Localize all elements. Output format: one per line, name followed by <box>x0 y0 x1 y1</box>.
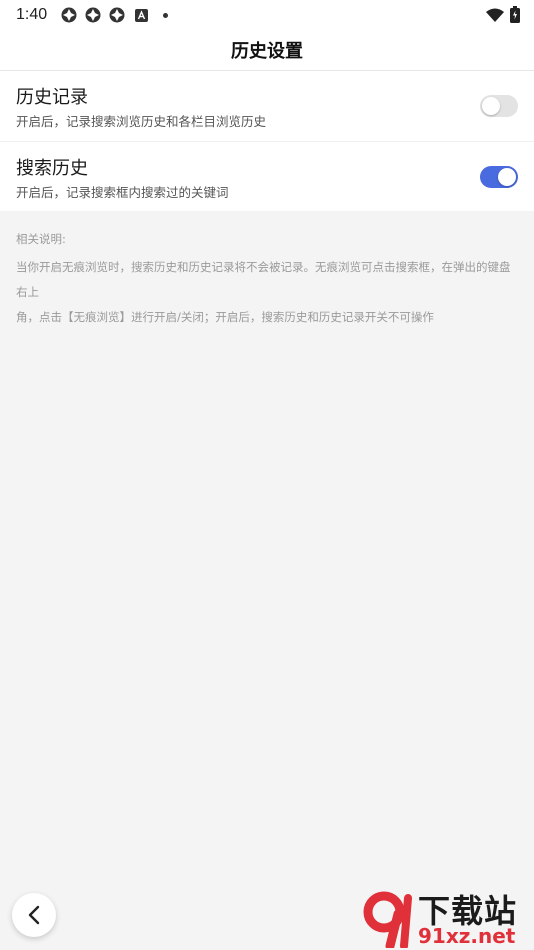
watermark: 下载站 91xz.net <box>360 886 530 948</box>
toggle-knob <box>498 168 516 186</box>
status-time: 1:40 <box>16 6 48 23</box>
note-title: 相关说明: <box>16 232 66 246</box>
note-body: 当你开启无痕浏览时，搜索历史和历史记录将不会被记录。无痕浏览可点击搜索框，在弹出… <box>16 255 518 330</box>
back-button[interactable] <box>12 893 56 937</box>
status-bar: 1:40 <box>0 0 534 30</box>
watermark-logo-icon <box>363 891 412 948</box>
a-box-icon <box>133 7 149 23</box>
setting-row-history: 历史记录 开启后，记录搜索浏览历史和各栏目浏览历史 <box>0 71 534 141</box>
app-notification-icon <box>61 7 77 23</box>
note-line: 角，点击【无痕浏览】进行开启/关闭；开启后，搜索历史和历史记录开关不可操作 <box>16 310 434 324</box>
setting-title: 历史记录 <box>16 87 88 108</box>
title-bar: 历史设置 <box>0 30 534 71</box>
battery-icon <box>510 6 520 27</box>
chevron-left-icon <box>28 905 40 925</box>
search-history-toggle[interactable] <box>480 166 518 188</box>
note-section: 相关说明: 当你开启无痕浏览时，搜索历史和历史记录将不会被记录。无痕浏览可点击搜… <box>0 211 534 330</box>
setting-description: 开启后，记录搜索浏览历史和各栏目浏览历史 <box>16 114 267 129</box>
more-dot-icon <box>163 12 169 18</box>
status-right <box>486 6 520 27</box>
watermark-bottom-text: 91xz.net <box>418 924 516 948</box>
toggle-knob <box>482 97 500 115</box>
note-line: 当你开启无痕浏览时，搜索历史和历史记录将不会被记录。无痕浏览可点击搜索框，在弹出… <box>16 260 511 299</box>
app-notification-icon <box>85 7 101 23</box>
history-toggle[interactable] <box>480 95 518 117</box>
page-title: 历史设置 <box>231 41 303 62</box>
wifi-icon <box>486 7 504 26</box>
setting-title: 搜索历史 <box>16 158 88 179</box>
settings-list: 历史记录 开启后，记录搜索浏览历史和各栏目浏览历史 搜索历史 开启后，记录搜索框… <box>0 71 534 211</box>
setting-row-search-history: 搜索历史 开启后，记录搜索框内搜索过的关键词 <box>0 141 534 211</box>
setting-description: 开启后，记录搜索框内搜索过的关键词 <box>16 185 229 200</box>
app-notification-icon <box>109 7 125 23</box>
